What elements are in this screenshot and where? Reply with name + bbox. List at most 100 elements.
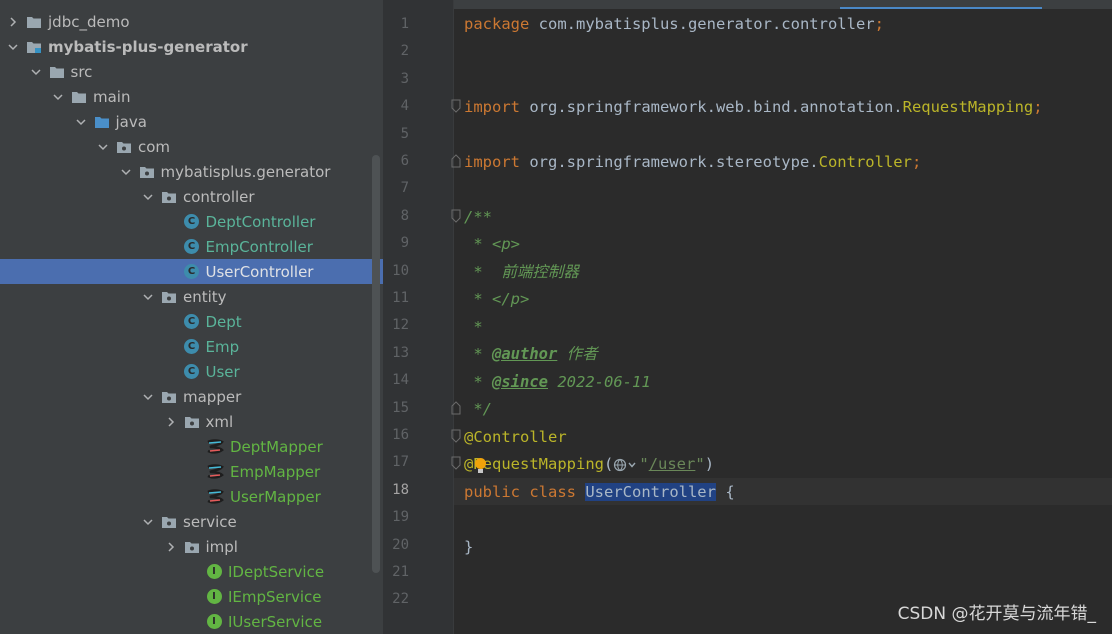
code-line-18[interactable]: public class UserController {	[464, 479, 735, 506]
html-tag: </p>	[492, 290, 530, 308]
tree-item-com[interactable]: com	[0, 134, 383, 159]
project-tree-scrollbar[interactable]	[372, 155, 380, 573]
tree-item-deptmapper[interactable]: DeptMapper	[0, 434, 383, 459]
line-number[interactable]: 22	[383, 586, 409, 613]
code-line-17[interactable]: @RequestMapping("/user")	[464, 451, 714, 478]
tree-item-dept[interactable]: C Dept	[0, 309, 383, 334]
chevron-down-icon[interactable]	[119, 165, 133, 179]
code-line-11[interactable]: * </p>	[464, 286, 529, 313]
tree-item-service[interactable]: service	[0, 509, 383, 534]
tree-item-usercontroller[interactable]: C UserController	[0, 259, 383, 284]
tree-item-jdbc-demo[interactable]: jdbc_demo	[0, 9, 383, 34]
chevron-down-icon[interactable]	[6, 40, 20, 54]
fold-marker-icon[interactable]	[451, 456, 461, 470]
code-line-14[interactable]: * @since 2022-06-11	[464, 369, 650, 396]
chevron-right-icon[interactable]	[164, 415, 178, 429]
class-icon: C	[184, 239, 200, 255]
package-icon	[161, 189, 177, 205]
tree-item-src[interactable]: src	[0, 59, 383, 84]
line-number[interactable]: 19	[383, 504, 409, 531]
line-number[interactable]: 15	[383, 395, 409, 422]
code-line-4[interactable]: import org.springframework.web.bind.anno…	[464, 94, 1043, 121]
tree-item-java[interactable]: java	[0, 109, 383, 134]
paren-open: (	[604, 455, 614, 473]
chevron-down-icon[interactable]	[141, 515, 155, 529]
chevron-right-icon[interactable]	[6, 15, 20, 29]
code-line-16[interactable]: @Controller	[464, 424, 567, 451]
tree-item-main[interactable]: main	[0, 84, 383, 109]
line-number[interactable]: 11	[383, 285, 409, 312]
lightbulb-icon[interactable]	[474, 457, 487, 475]
code-line-9[interactable]: * <p>	[464, 231, 520, 258]
tree-item-ideptservice[interactable]: I IDeptService	[0, 559, 383, 584]
fold-marker-icon[interactable]	[451, 401, 461, 415]
selected-class-name[interactable]: UserController	[585, 483, 716, 501]
tree-item-label: main	[93, 87, 131, 106]
fold-marker-icon[interactable]	[451, 209, 461, 223]
line-number[interactable]: 8	[383, 203, 409, 230]
chevron-down-icon[interactable]	[51, 90, 65, 104]
line-number[interactable]: 9	[383, 230, 409, 257]
line-number[interactable]: 6	[383, 148, 409, 175]
code-line-6[interactable]: import org.springframework.stereotype.Co…	[464, 149, 921, 176]
code-line-1[interactable]: package com.mybatisplus.generator.contro…	[464, 11, 884, 38]
fold-marker-icon[interactable]	[451, 429, 461, 443]
line-number[interactable]: 18	[383, 477, 409, 504]
url-path-link[interactable]: /user	[649, 455, 696, 473]
line-number[interactable]: 1	[383, 11, 409, 38]
tree-item-iuserservice[interactable]: I IUserService	[0, 609, 383, 634]
tree-item-iempservice[interactable]: I IEmpService	[0, 584, 383, 609]
tree-item-mapper[interactable]: mapper	[0, 384, 383, 409]
line-number[interactable]: 17	[383, 449, 409, 476]
line-number[interactable]: 10	[383, 258, 409, 285]
tree-item-impl[interactable]: impl	[0, 534, 383, 559]
code-line-8[interactable]: /**	[464, 204, 492, 231]
line-number[interactable]: 5	[383, 121, 409, 148]
tree-item-empmapper[interactable]: EmpMapper	[0, 459, 383, 484]
code-line-13[interactable]: * @author 作者	[464, 341, 597, 368]
chevron-down-icon[interactable]	[141, 190, 155, 204]
tree-item-label: Dept	[205, 312, 242, 331]
tree-item-label: EmpMapper	[230, 462, 321, 481]
code-editor[interactable]: 1 2 3 4 5 6 7 8 9 10 11 12 13 14 15 16 17 18 19 20 21 22 pack…	[383, 0, 1112, 634]
web-endpoint-icon[interactable]	[613, 458, 639, 472]
tree-item-empcontroller[interactable]: C EmpController	[0, 234, 383, 259]
line-number[interactable]: 14	[383, 367, 409, 394]
line-number[interactable]: 20	[383, 532, 409, 559]
line-number[interactable]: 2	[383, 38, 409, 65]
tree-item-xml[interactable]: xml	[0, 409, 383, 434]
chevron-down-icon[interactable]	[29, 65, 43, 79]
line-number[interactable]: 16	[383, 422, 409, 449]
tree-item-user[interactable]: C User	[0, 359, 383, 384]
line-number[interactable]: 12	[383, 312, 409, 339]
line-number[interactable]: 4	[383, 93, 409, 120]
fold-marker-icon[interactable]	[451, 154, 461, 168]
class-icon-badge: C	[184, 339, 199, 354]
tree-item-usermapper[interactable]: UserMapper	[0, 484, 383, 509]
tree-item-mybatis-plus-generator[interactable]: mybatis-plus-generator	[0, 34, 383, 59]
keyword: public class	[464, 483, 586, 501]
tree-item-mybatisplus-generator[interactable]: mybatisplus.generator	[0, 159, 383, 184]
fold-marker-icon[interactable]	[451, 99, 461, 113]
tree-item-entity[interactable]: entity	[0, 284, 383, 309]
chevron-down-icon[interactable]	[141, 390, 155, 404]
line-number[interactable]: 7	[383, 175, 409, 202]
class-icon: C	[184, 339, 200, 355]
line-number[interactable]: 13	[383, 340, 409, 367]
code-line-12[interactable]: *	[464, 314, 482, 341]
chevron-down-icon[interactable]	[141, 290, 155, 304]
code-line-20[interactable]: }	[464, 534, 473, 561]
code-line-10[interactable]: * 前端控制器	[464, 259, 579, 286]
code-line-15[interactable]: */	[464, 396, 492, 423]
chevron-right-icon[interactable]	[164, 540, 178, 554]
line-number[interactable]: 21	[383, 559, 409, 586]
class-icon: C	[184, 264, 200, 280]
chevron-down-icon[interactable]	[74, 115, 88, 129]
tree-item-deptcontroller[interactable]: C DeptController	[0, 209, 383, 234]
tree-item-emp[interactable]: C Emp	[0, 334, 383, 359]
line-number[interactable]: 3	[383, 66, 409, 93]
watermark: CSDN @花开莫与流年错_	[897, 604, 1096, 624]
class-icon-badge: C	[184, 239, 199, 254]
chevron-down-icon[interactable]	[96, 140, 110, 154]
tree-item-controller[interactable]: controller	[0, 184, 383, 209]
